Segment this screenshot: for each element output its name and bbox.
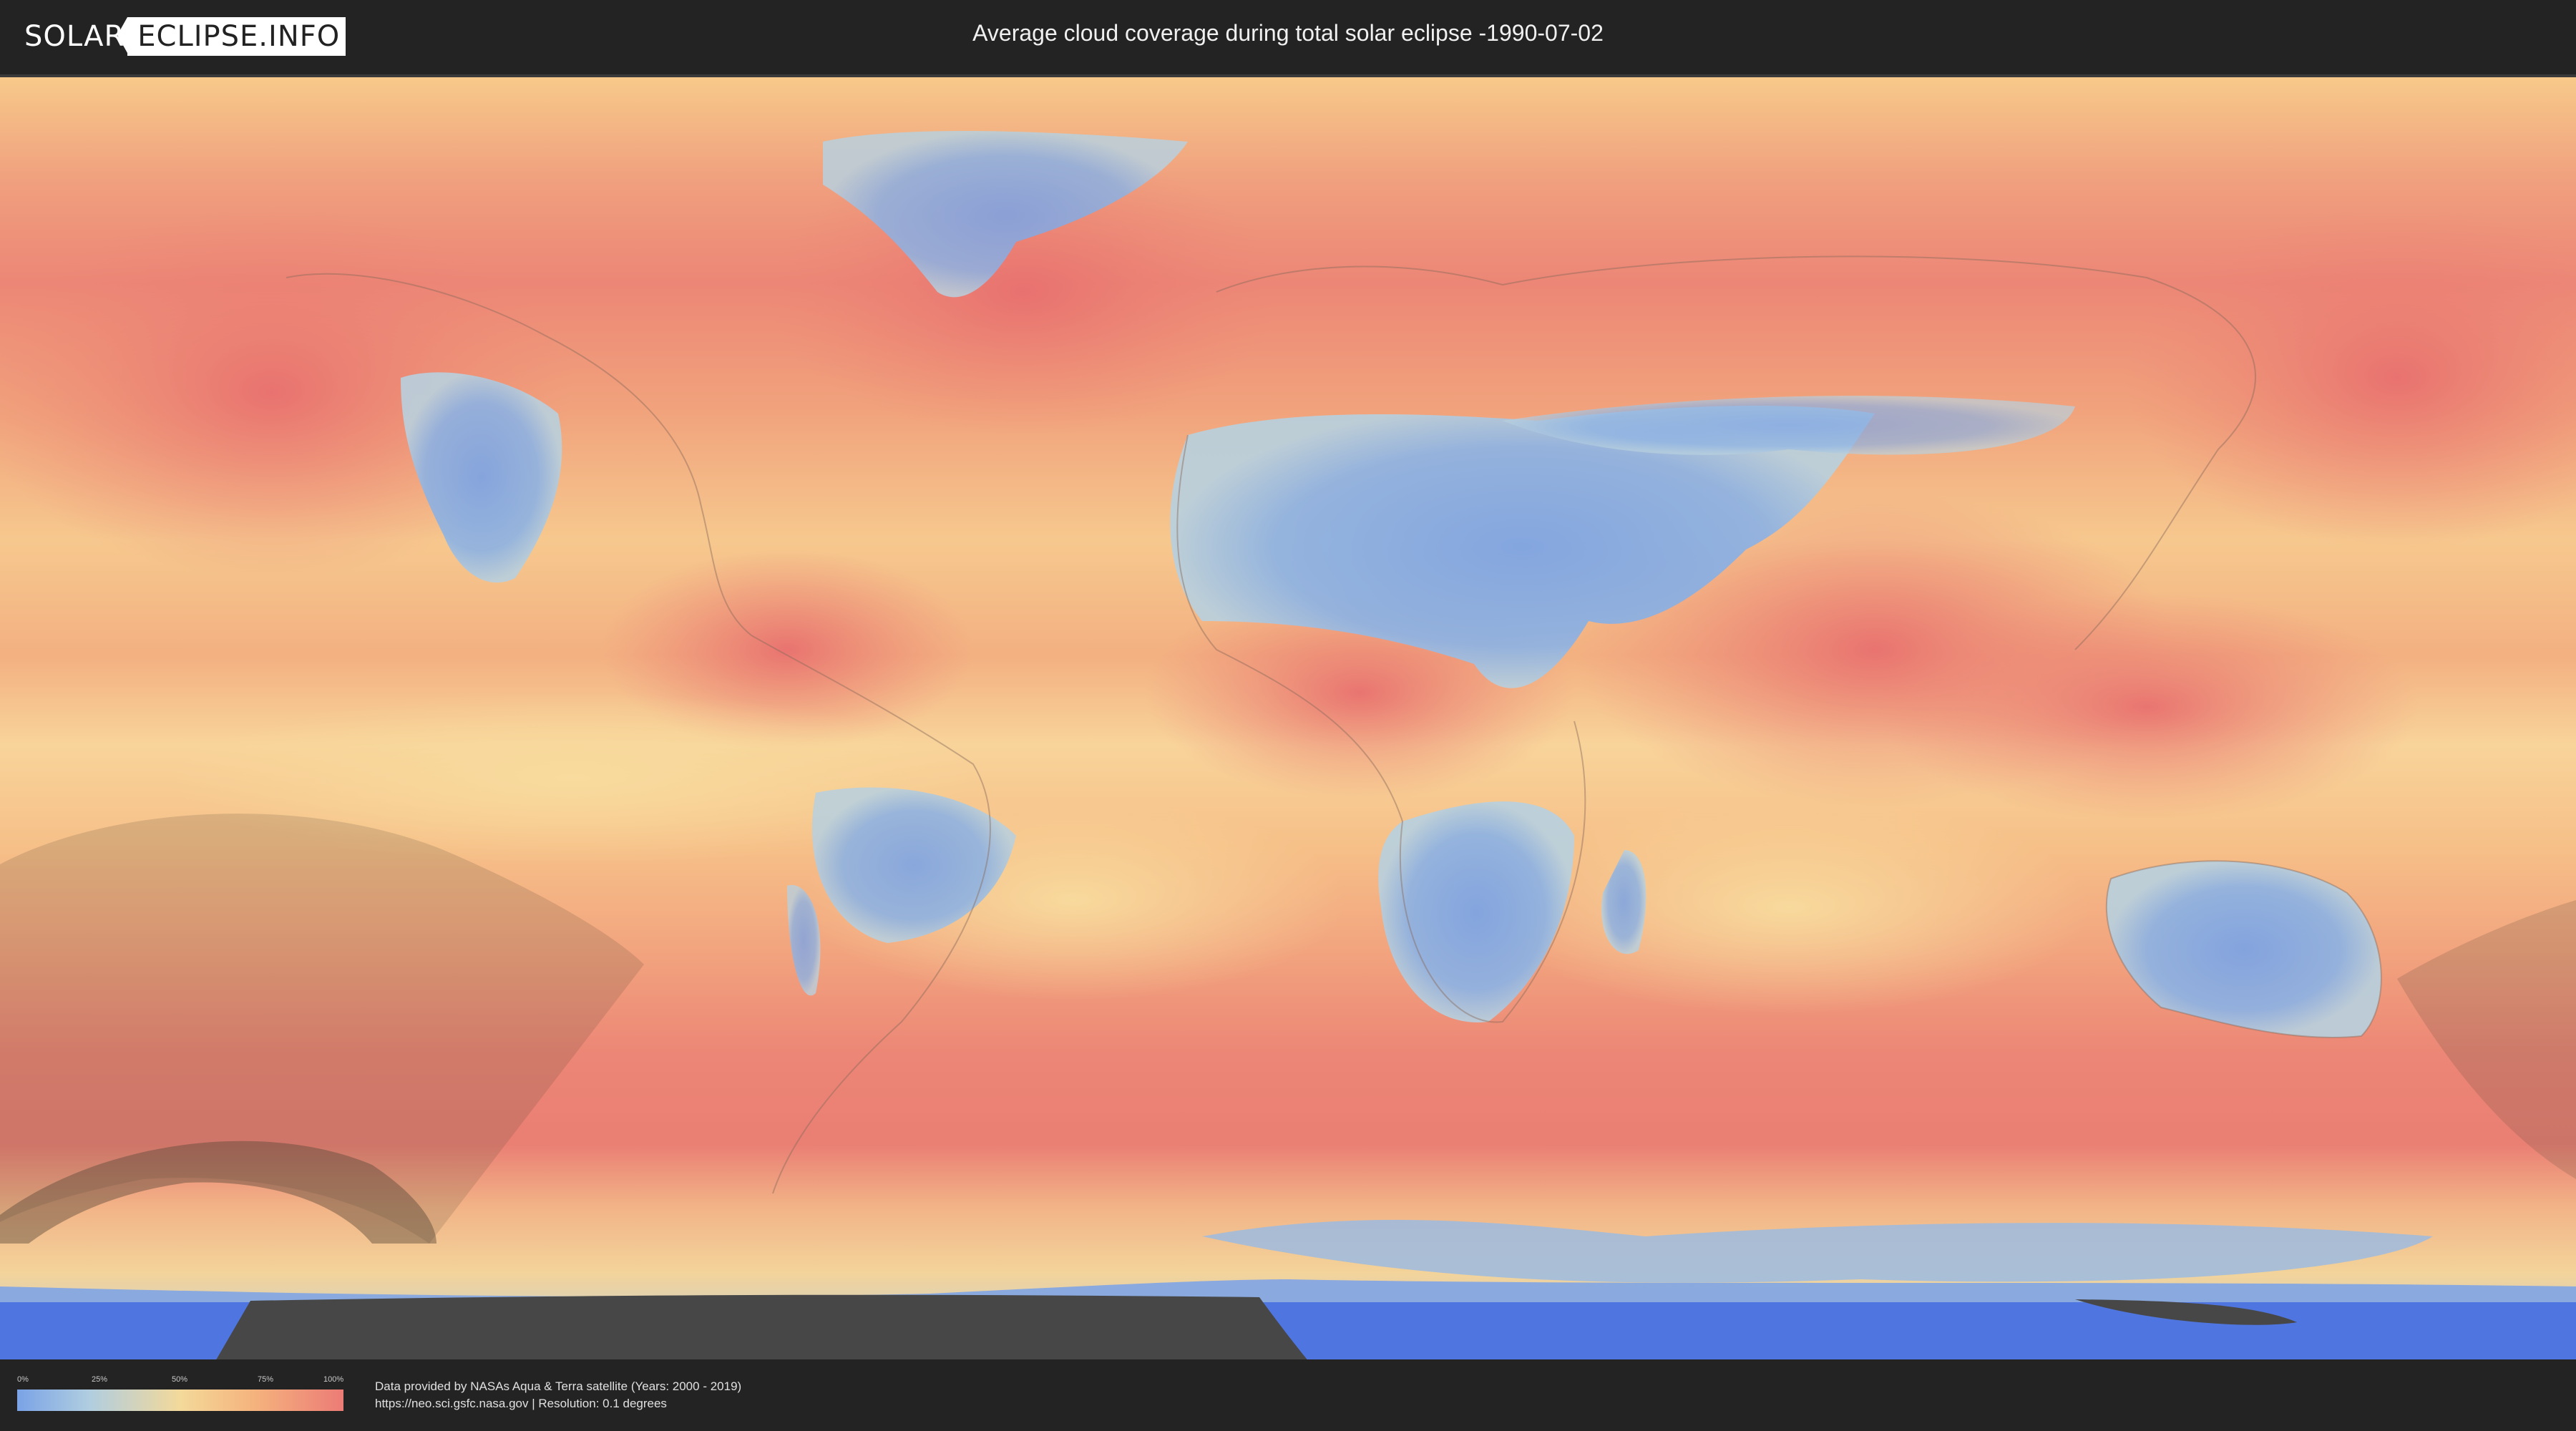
legend-tick-50: 50% [172,1375,188,1384]
map-svg [0,77,2576,1362]
polar-night-shadow-west [215,1294,1309,1362]
legend-color-bar [17,1390,343,1411]
legend-ticks: 0% 25% 50% 75% 100% [17,1375,343,1387]
legend-tick-25: 25% [92,1375,108,1384]
credit-line-url[interactable]: https://neo.sci.gsfc.nasa.gov | Resoluti… [375,1395,741,1412]
data-credits: Data provided by NASAs Aqua & Terra sate… [375,1378,741,1412]
legend-tick-0: 0% [17,1375,29,1384]
credit-line-source: Data provided by NASAs Aqua & Terra sate… [375,1379,742,1393]
header-bar: SOLAR ECLIPSE.INFO Average cloud coverag… [0,0,2576,72]
legend-tick-100: 100% [323,1375,344,1384]
footer-bar: 0% 25% 50% 75% 100% Data provided by NAS… [0,1359,2576,1431]
cloud-coverage-map[interactable] [0,74,2576,1362]
page-title: Average cloud coverage during total sola… [972,20,1604,46]
maritime-continent-cloud [1875,592,2419,821]
cloud-coverage-legend: 0% 25% 50% 75% 100% [17,1375,343,1415]
legend-tick-75: 75% [258,1375,274,1384]
south-indian-moderate [1488,800,2089,1015]
